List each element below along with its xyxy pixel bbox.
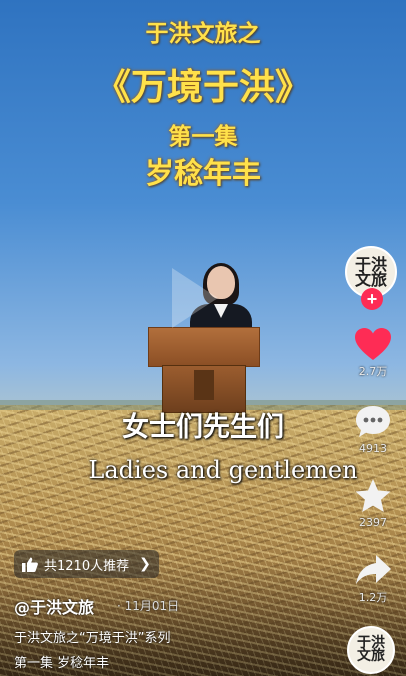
post-date: · 11月01日	[117, 599, 180, 613]
chevron-right-icon: ❯	[139, 556, 151, 572]
comment-button[interactable]: 4913	[346, 404, 400, 455]
recommend-label: 共1210人推荐	[44, 558, 130, 574]
comment-count: 4913	[359, 442, 387, 455]
comment-icon	[356, 406, 390, 437]
favorite-count: 2397	[359, 516, 387, 529]
video-title-line3: 第一集	[168, 124, 238, 150]
like-count: 2.7万	[358, 365, 388, 378]
video-title-line2: 《万境于洪》	[94, 67, 311, 108]
music-disc[interactable]: 于洪文旅	[347, 626, 395, 674]
share-icon	[356, 555, 391, 584]
video-title-line1: 于洪文旅之	[145, 21, 261, 47]
follow-button[interactable]: +	[361, 288, 383, 310]
like-button[interactable]: 2.7万	[346, 327, 400, 379]
podium-panel	[194, 370, 214, 400]
heart-icon	[355, 328, 391, 360]
podium	[148, 327, 260, 367]
description-line1: 于洪文旅之“万境于洪”系列	[14, 631, 171, 646]
thumbs-up-icon	[22, 557, 38, 572]
share-count: 1.2万	[358, 591, 388, 604]
video-player[interactable]: 于洪文旅之 《万境于洪》 第一集 岁稔年丰 女士们先生们 Ladies and …	[0, 0, 406, 676]
author-name[interactable]: @于洪文旅	[14, 594, 94, 618]
star-icon	[355, 479, 391, 512]
avatar-logo-text: 于洪文旅	[354, 255, 387, 289]
favorite-button[interactable]: 2397	[346, 478, 400, 529]
video-title-line4: 岁稔年丰	[144, 156, 261, 190]
description-line2: 第一集 岁稔年丰	[14, 656, 110, 671]
music-disc-text: 于洪文旅	[357, 635, 385, 664]
play-icon[interactable]	[172, 268, 218, 328]
share-button[interactable]: 1.2万	[346, 553, 400, 605]
recommend-bar[interactable]: 共1210人推荐 ❯	[14, 550, 159, 578]
